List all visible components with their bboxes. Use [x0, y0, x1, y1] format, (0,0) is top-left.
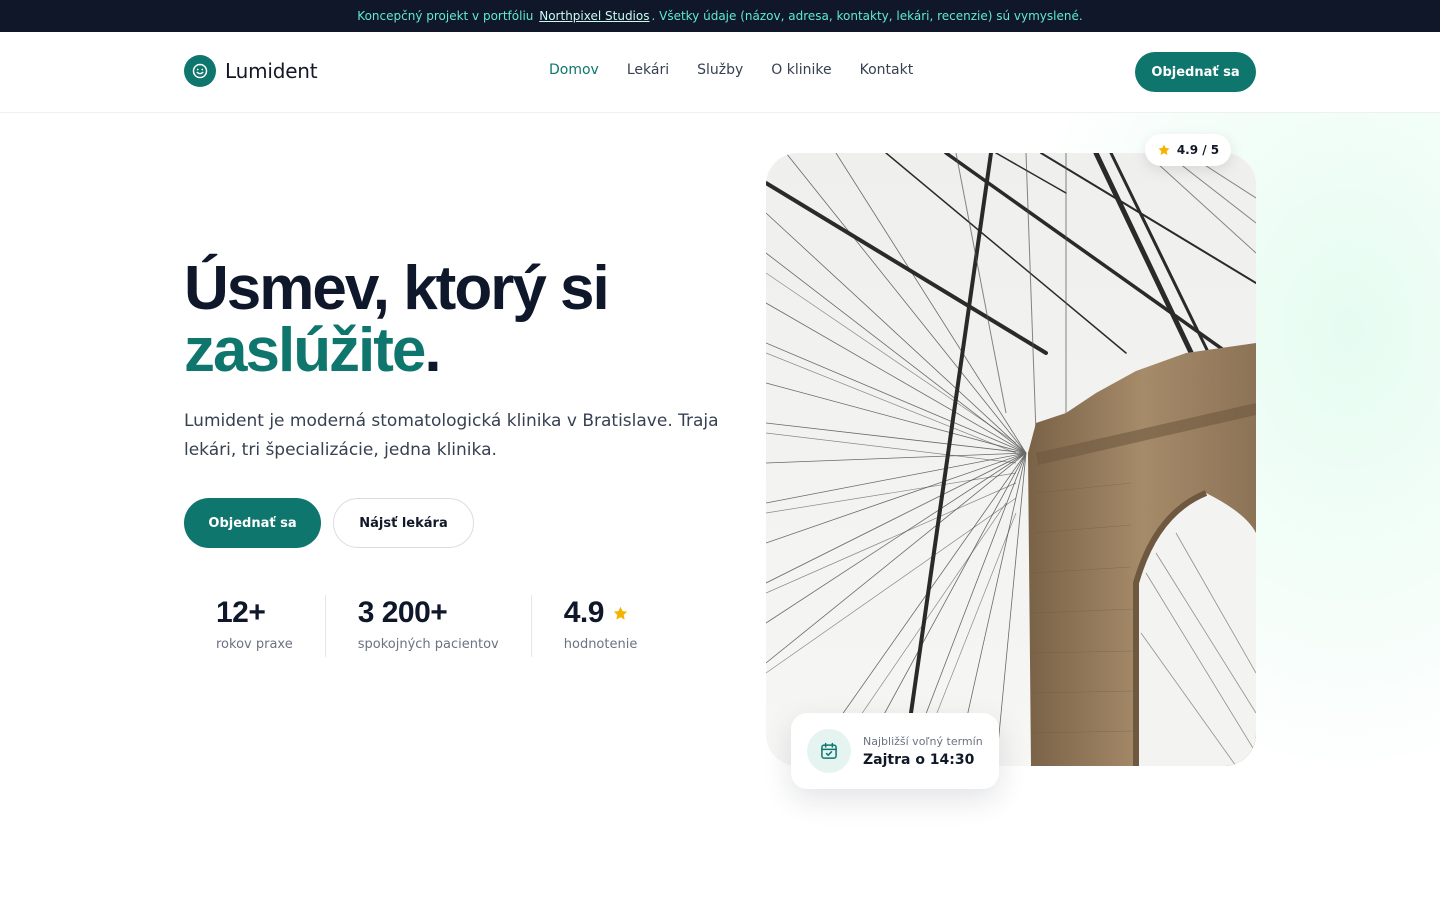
hero-title-line1: Úsmev, ktorý si — [184, 254, 610, 323]
star-icon — [1158, 144, 1170, 156]
find-doctor-button[interactable]: Nájsť lekára — [333, 498, 474, 548]
stat-rating-label: hodnotenie — [563, 637, 638, 652]
stats-row: 12+ rokov praxe 3 200+ spokojných pacien… — [184, 595, 669, 657]
header-book-button[interactable]: Objednať sa — [1135, 52, 1256, 92]
calendar-check-icon — [807, 729, 851, 773]
nav-item-domov[interactable]: Domov — [549, 62, 599, 78]
logo-text: Lumident — [225, 59, 318, 83]
logo[interactable]: Lumident — [184, 55, 318, 87]
site-header: Lumident Domov Lekári Služby O klinike K… — [0, 32, 1440, 113]
announcement-text-before: Koncepčný projekt v portfóliu — [357, 9, 534, 23]
smile-icon — [184, 55, 216, 87]
next-slot-value: Zajtra o 14:30 — [863, 751, 975, 768]
stat-patients-value: 3 200+ — [357, 596, 448, 629]
hero-subtitle: Lumident je moderná stomatologická klini… — [184, 411, 719, 460]
hero-title: Úsmev, ktorý si zaslúžite. — [184, 258, 744, 382]
next-slot-card[interactable]: Najbližší voľný termín Zajtra o 14:30 — [791, 713, 999, 789]
hero-title-accent: zaslúžite — [184, 316, 426, 385]
stat-patients-label: spokojných pacientov — [357, 637, 499, 652]
next-slot-text: Najbližší voľný termín Zajtra o 14:30 — [863, 735, 983, 768]
stat-patients: 3 200+ spokojných pacientov — [324, 595, 531, 657]
star-icon — [613, 606, 628, 620]
announcement-text-after: . Všetky údaje (názov, adresa, kontakty,… — [651, 9, 1083, 23]
hero-title-period: . — [424, 316, 441, 385]
announcement-bar: Koncepčný projekt v portfóliu Northpixel… — [0, 0, 1440, 32]
next-slot-label: Najbližší voľný termín — [863, 734, 983, 748]
nav-item-o-klinike[interactable]: O klinike — [771, 62, 831, 78]
rating-badge: 4.9 / 5 — [1145, 134, 1231, 166]
stat-years-label: rokov praxe — [216, 637, 293, 652]
stat-years: 12+ rokov praxe — [184, 595, 325, 657]
hero-photo — [766, 153, 1256, 766]
nav-item-lekari[interactable]: Lekári — [627, 62, 669, 78]
stat-rating-value: 4.9 — [563, 596, 605, 629]
stat-years-value: 12+ — [216, 596, 266, 629]
rating-badge-text: 4.9 / 5 — [1176, 143, 1220, 157]
northpixel-link[interactable]: Northpixel Studios — [539, 9, 649, 23]
main-nav: Domov Lekári Služby O klinike Kontakt — [549, 62, 913, 78]
nav-item-sluzby[interactable]: Služby — [697, 62, 743, 78]
nav-item-kontakt[interactable]: Kontakt — [860, 62, 914, 78]
book-appointment-button[interactable]: Objednať sa — [184, 498, 321, 548]
stat-rating: 4.9 hodnotenie — [530, 595, 670, 657]
